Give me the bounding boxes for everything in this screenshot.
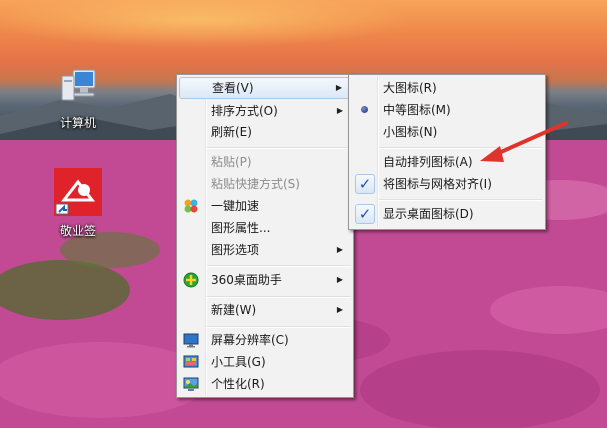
menu-item-gadgets[interactable]: 小工具(G)	[179, 351, 351, 373]
menu-item-label: 360桌面助手	[211, 273, 282, 287]
computer-icon	[48, 68, 108, 111]
submenu-item-large-icons[interactable]: 大图标(R)	[351, 77, 543, 99]
menu-item-new[interactable]: 新建(W) ▶	[179, 299, 351, 321]
menu-item-label: 粘贴快捷方式(S)	[211, 177, 300, 191]
submenu-arrow-icon: ▶	[336, 275, 343, 284]
checkmark-icon: ✓	[355, 174, 375, 194]
menu-item-label: 图形属性...	[211, 221, 271, 235]
submenu-arrow-icon: ▶	[336, 245, 343, 254]
menu-item-view[interactable]: 查看(V) ▶	[179, 77, 351, 99]
personalize-icon	[183, 376, 199, 392]
menu-item-label: 自动排列图标(A)	[383, 155, 473, 169]
desktop-icon-label: 计算机	[59, 116, 96, 130]
menu-item-label: 小工具(G)	[211, 355, 266, 369]
menu-separator	[207, 265, 351, 267]
desktop-icon-computer[interactable]: 计算机	[48, 68, 108, 131]
gadgets-icon	[183, 354, 199, 370]
menu-item-label: 查看(V)	[212, 81, 254, 95]
menu-item-label: 将图标与网格对齐(I)	[383, 177, 492, 191]
radio-selected-icon	[361, 106, 368, 113]
desktop-icon-label: 敬业签	[59, 224, 96, 238]
menu-separator	[379, 199, 543, 201]
menu-item-label: 图形选项	[211, 243, 260, 257]
menu-item-label: 个性化(R)	[211, 377, 265, 391]
menu-item-personalize[interactable]: 个性化(R)	[179, 373, 351, 395]
menu-item-label: 屏幕分辨率(C)	[211, 333, 289, 347]
menu-item-label: 大图标(R)	[383, 81, 437, 95]
menu-item-label: 一键加速	[211, 199, 260, 213]
menu-separator	[207, 147, 351, 149]
menu-item-paste[interactable]: 粘贴(P)	[179, 151, 351, 173]
menu-item-label: 刷新(E)	[211, 125, 252, 139]
menu-item-label: 新建(W)	[211, 303, 257, 317]
checkmark-icon: ✓	[355, 204, 375, 224]
submenu-arrow-icon: ▶	[336, 305, 343, 314]
menu-item-label: 粘贴(P)	[211, 155, 252, 169]
menu-item-360-desktop-assistant[interactable]: 360桌面助手 ▶	[179, 269, 351, 291]
menu-item-sort-by[interactable]: 排序方式(O) ▶	[179, 100, 351, 122]
menu-item-paste-shortcut[interactable]: 粘贴快捷方式(S)	[179, 173, 351, 195]
menu-item-label: 显示桌面图标(D)	[383, 207, 474, 221]
360-icon	[183, 272, 199, 288]
menu-item-label: 小图标(N)	[383, 125, 438, 139]
monitor-icon	[183, 332, 199, 348]
desktop-icon-app-shortcut[interactable]: 敬业签	[48, 168, 108, 239]
desktop-context-menu: 查看(V) ▶ 排序方式(O) ▶ 刷新(E) 粘贴(P) 粘贴快捷方式(S) …	[176, 74, 354, 398]
menu-item-screen-resolution[interactable]: 屏幕分辨率(C)	[179, 329, 351, 351]
boost-icon	[183, 198, 199, 214]
menu-item-graphics-properties[interactable]: 图形属性...	[179, 217, 351, 239]
menu-item-label: 排序方式(O)	[211, 104, 278, 118]
submenu-item-show-desktop-icons[interactable]: ✓ 显示桌面图标(D)	[351, 203, 543, 225]
submenu-item-align-to-grid[interactable]: ✓ 将图标与网格对齐(I)	[351, 173, 543, 195]
app-shortcut-icon	[48, 168, 108, 219]
menu-separator	[207, 296, 351, 298]
submenu-arrow-icon: ▶	[335, 83, 342, 92]
annotation-arrow	[480, 121, 568, 162]
menu-item-graphics-options[interactable]: 图形选项 ▶	[179, 239, 351, 261]
submenu-arrow-icon: ▶	[336, 106, 343, 115]
menu-item-refresh[interactable]: 刷新(E)	[179, 121, 351, 143]
menu-item-label: 中等图标(M)	[383, 103, 451, 117]
menu-item-one-click-boost[interactable]: 一键加速	[179, 195, 351, 217]
menu-separator	[207, 326, 351, 328]
